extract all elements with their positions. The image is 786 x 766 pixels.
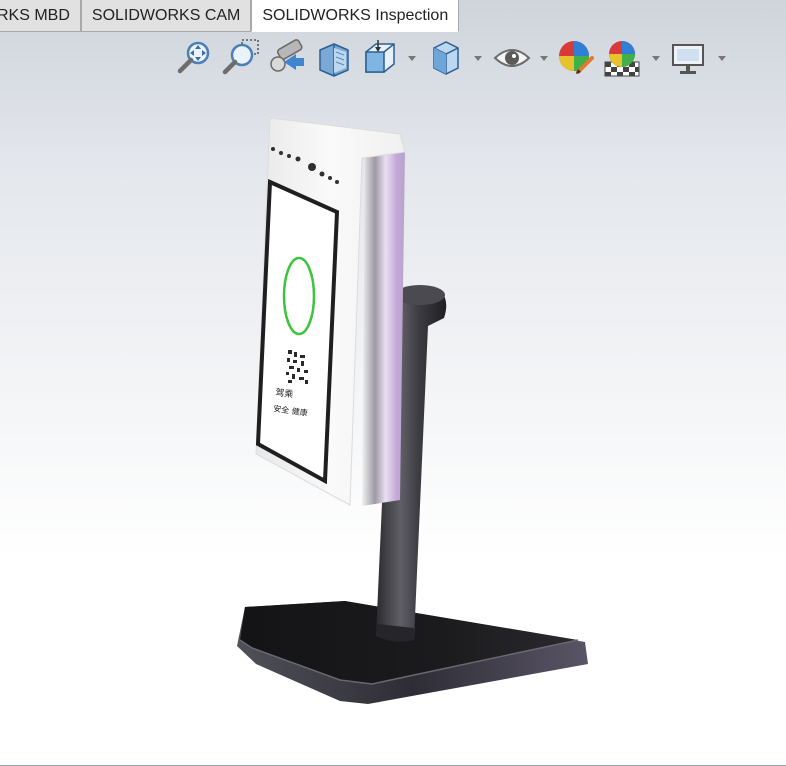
device-screen [255, 178, 340, 485]
chevron-down-icon [540, 56, 548, 61]
apply-scene-button[interactable] [602, 38, 642, 78]
view-settings-icon [672, 44, 704, 74]
view-orientation-dropdown[interactable] [406, 52, 418, 64]
hide-show-dropdown[interactable] [538, 52, 550, 64]
zoom-to-fit-button[interactable] [174, 38, 214, 78]
chevron-down-icon [652, 56, 660, 61]
apply-scene-icon [604, 41, 640, 77]
display-style-dropdown[interactable] [472, 52, 484, 64]
tab-solidworks-inspection[interactable]: SOLIDWORKS Inspection [251, 0, 460, 32]
view-orientation-button[interactable] [360, 38, 400, 78]
view-orientation-icon [365, 40, 395, 73]
document-tabs: RKS MBD SOLIDWORKS CAM SOLIDWORKS Inspec… [0, 0, 460, 33]
tab-mbd[interactable]: RKS MBD [0, 0, 81, 32]
zoom-to-area-icon [222, 39, 259, 75]
device-side-edge[interactable] [362, 150, 405, 506]
previous-view-button[interactable] [268, 38, 308, 78]
zoom-to-fit-icon [177, 41, 210, 74]
apply-scene-dropdown[interactable] [650, 52, 662, 64]
graphics-area[interactable]: 驾乘 安全 健康 [0, 80, 786, 766]
hide-show-items-button[interactable] [492, 38, 532, 78]
section-view-button[interactable] [314, 38, 354, 78]
model-device-on-stand[interactable]: 驾乘 安全 健康 [0, 80, 786, 766]
display-style-icon [433, 41, 459, 75]
edit-appearance-icon [559, 41, 594, 74]
section-view-icon [319, 43, 349, 77]
zoom-to-area-button[interactable] [220, 38, 260, 78]
edit-appearance-button[interactable] [556, 38, 596, 78]
view-settings-button[interactable] [668, 38, 708, 78]
chevron-down-icon [718, 56, 726, 61]
view-settings-dropdown[interactable] [716, 52, 728, 64]
chevron-down-icon [408, 56, 416, 61]
display-style-button[interactable] [426, 38, 466, 78]
chevron-down-icon [474, 56, 482, 61]
previous-view-icon [270, 39, 304, 72]
tab-solidworks-cam[interactable]: SOLIDWORKS CAM [80, 0, 252, 32]
hide-show-items-icon [493, 49, 531, 67]
